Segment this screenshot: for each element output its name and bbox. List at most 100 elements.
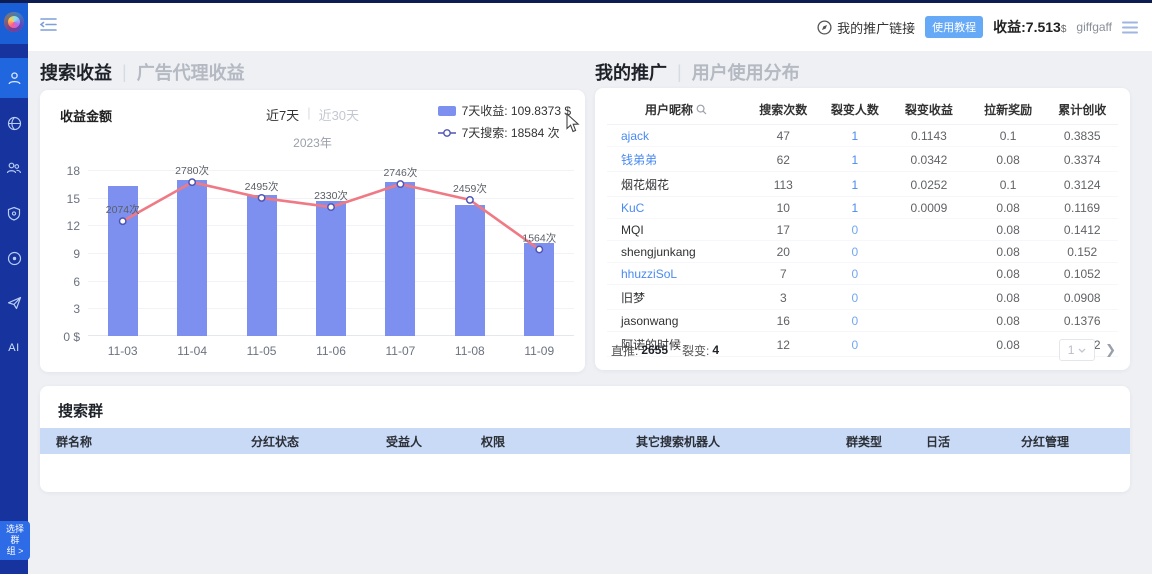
line-point-label: 2459次 — [453, 182, 487, 195]
tab-ad-agent-revenue[interactable]: 广告代理收益 — [137, 59, 245, 85]
line-marker-icon — [438, 128, 456, 138]
cell-searches: 47 — [745, 125, 822, 147]
line-marker[interactable] — [189, 179, 195, 185]
group-header-6: 日活 — [910, 433, 1005, 450]
currency-symbol: $ — [1061, 24, 1067, 35]
header-nickname[interactable]: 用户昵称 — [607, 94, 745, 125]
cell-searches: 7 — [745, 263, 822, 285]
cell-nickname[interactable]: ajack — [607, 125, 745, 147]
cell-nickname[interactable]: 钱弟弟 — [607, 147, 745, 172]
search-line-layer: 2074次2780次2495次2330次2746次2459次1564次 — [88, 170, 574, 336]
app-logo[interactable] — [0, 0, 28, 44]
cell-searches: 113 — [745, 172, 822, 197]
tab-user-distribution[interactable]: 用户使用分布 — [692, 59, 800, 85]
fission-value: 4 — [712, 343, 719, 357]
legend-search-label: 7天搜索: 18584 次 — [462, 124, 560, 141]
next-page-icon[interactable]: ❯ — [1105, 342, 1116, 358]
line-marker[interactable] — [536, 246, 542, 252]
group-header-0: 群名称 — [40, 433, 235, 450]
menu-fold-icon[interactable] — [40, 17, 57, 37]
tutorial-badge[interactable]: 使用教程 — [925, 16, 983, 38]
search-groups-card: 搜索群 群名称分红状态受益人权限其它搜索机器人群类型日活分红管理 — [40, 386, 1130, 492]
cell-total: 0.1169 — [1046, 197, 1118, 219]
group-header-2: 受益人 — [370, 433, 465, 450]
promo-table-row: ajack4710.11430.10.3835 — [607, 125, 1118, 147]
promo-table-row: jasonwang1600.080.1376 — [607, 310, 1118, 332]
select-group-line1: 选择群 — [2, 524, 28, 546]
y-tick-label: 0 $ — [46, 330, 80, 344]
cell-fission-count[interactable]: 1 — [822, 125, 888, 147]
promo-table-row: KuC1010.00090.080.1169 — [607, 197, 1118, 219]
cell-nickname: 旧梦 — [607, 285, 745, 310]
cell-total: 0.0908 — [1046, 285, 1118, 310]
promo-table-row: MQI1700.080.1412 — [607, 219, 1118, 241]
y-tick-label: 15 — [46, 192, 80, 206]
line-marker[interactable] — [467, 197, 473, 203]
cell-fission-revenue: 0.0009 — [888, 197, 970, 219]
cell-total: 0.1052 — [1046, 263, 1118, 285]
promotion-table-card: 用户昵称 搜索次数 裂变人数 裂变收益 拉新奖励 累计创收 ajack4710.… — [595, 88, 1130, 370]
group-header-5: 群类型 — [830, 433, 910, 450]
legend-search[interactable]: 7天搜索: 18584 次 — [438, 124, 571, 141]
sidebar-item-disc-icon[interactable] — [0, 238, 28, 278]
cell-fission-revenue — [888, 310, 970, 332]
line-marker[interactable] — [328, 204, 334, 210]
cell-fission-count[interactable]: 0 — [822, 241, 888, 263]
line-point-label: 2495次 — [245, 180, 279, 193]
cell-nickname[interactable]: KuC — [607, 197, 745, 219]
x-axis-labels: 11-0311-0411-0511-0611-0711-0811-09 — [88, 344, 574, 358]
tab-my-promotion[interactable]: 我的推广 — [595, 59, 667, 85]
sidebar-item-user-icon[interactable] — [0, 58, 28, 98]
chevron-down-icon — [1078, 348, 1086, 353]
y-tick-label: 18 — [46, 164, 80, 178]
line-marker[interactable] — [258, 195, 264, 201]
promo-table-header-row: 用户昵称 搜索次数 裂变人数 裂变收益 拉新奖励 累计创收 — [607, 94, 1118, 125]
direct-label: 直推: — [611, 342, 638, 359]
left-panel-title: 搜索收益 | 广告代理收益 — [40, 59, 245, 85]
cell-nickname: jasonwang — [607, 310, 745, 332]
cell-searches: 3 — [745, 285, 822, 310]
cell-fission-count[interactable]: 0 — [822, 219, 888, 241]
chart-plot-area: 1815129630 $2074次2780次2495次2330次2746次245… — [88, 170, 574, 336]
page-number: 1 — [1068, 343, 1075, 357]
range-30days[interactable]: 近30天 — [319, 105, 359, 124]
sidebar-item-team-icon[interactable] — [0, 148, 28, 188]
pagination: 1 ❯ — [1059, 339, 1116, 361]
top-header: 我的推广链接 使用教程 收益:7.513$ giffgaff — [28, 3, 1152, 51]
my-promo-link[interactable]: 我的推广链接 — [817, 18, 915, 37]
cell-new-reward: 0.08 — [970, 197, 1047, 219]
line-point-label: 2780次 — [175, 164, 209, 177]
promo-table-row: 烟花烟花11310.02520.10.3124 — [607, 172, 1118, 197]
cell-fission-revenue: 0.1143 — [888, 125, 970, 147]
sidebar-item-ai[interactable]: AI — [0, 328, 28, 368]
line-marker[interactable] — [397, 181, 403, 187]
header-searches: 搜索次数 — [745, 94, 822, 125]
sidebar-item-shield-icon[interactable] — [0, 193, 28, 233]
search-icon[interactable] — [696, 104, 707, 115]
cell-fission-count[interactable]: 1 — [822, 147, 888, 172]
cell-searches: 10 — [745, 197, 822, 219]
legend-revenue[interactable]: 7天收益: 109.8373 $ — [438, 102, 571, 119]
cell-fission-count[interactable]: 1 — [822, 197, 888, 219]
select-group-badge[interactable]: 选择群 组 > — [0, 521, 30, 560]
sidebar-item-globe-icon[interactable] — [0, 103, 28, 143]
cell-total: 0.1376 — [1046, 310, 1118, 332]
sidebar-item-send-icon[interactable] — [0, 283, 28, 323]
cell-nickname[interactable]: hhuzziSoL — [607, 263, 745, 285]
y-tick-label: 6 — [46, 275, 80, 289]
cell-new-reward: 0.08 — [970, 263, 1047, 285]
top-edge-strip — [0, 0, 1152, 3]
page-select[interactable]: 1 — [1059, 339, 1095, 361]
line-point-label: 2746次 — [383, 166, 417, 179]
tab-search-revenue[interactable]: 搜索收益 — [40, 59, 112, 85]
range-separator: | — [307, 105, 310, 124]
promo-table-row: 旧梦300.080.0908 — [607, 285, 1118, 310]
cell-fission-count[interactable]: 0 — [822, 285, 888, 310]
range-7days[interactable]: 近7天 — [266, 105, 299, 124]
revenue-chart-card: 收益金额 近7天 | 近30天 2023年 7天收益: 109.8373 $ 7… — [40, 90, 585, 372]
cell-fission-count[interactable]: 0 — [822, 263, 888, 285]
hamburger-menu-icon[interactable] — [1122, 21, 1138, 34]
line-marker[interactable] — [120, 218, 126, 224]
cell-fission-count[interactable]: 0 — [822, 310, 888, 332]
cell-fission-count[interactable]: 1 — [822, 172, 888, 197]
